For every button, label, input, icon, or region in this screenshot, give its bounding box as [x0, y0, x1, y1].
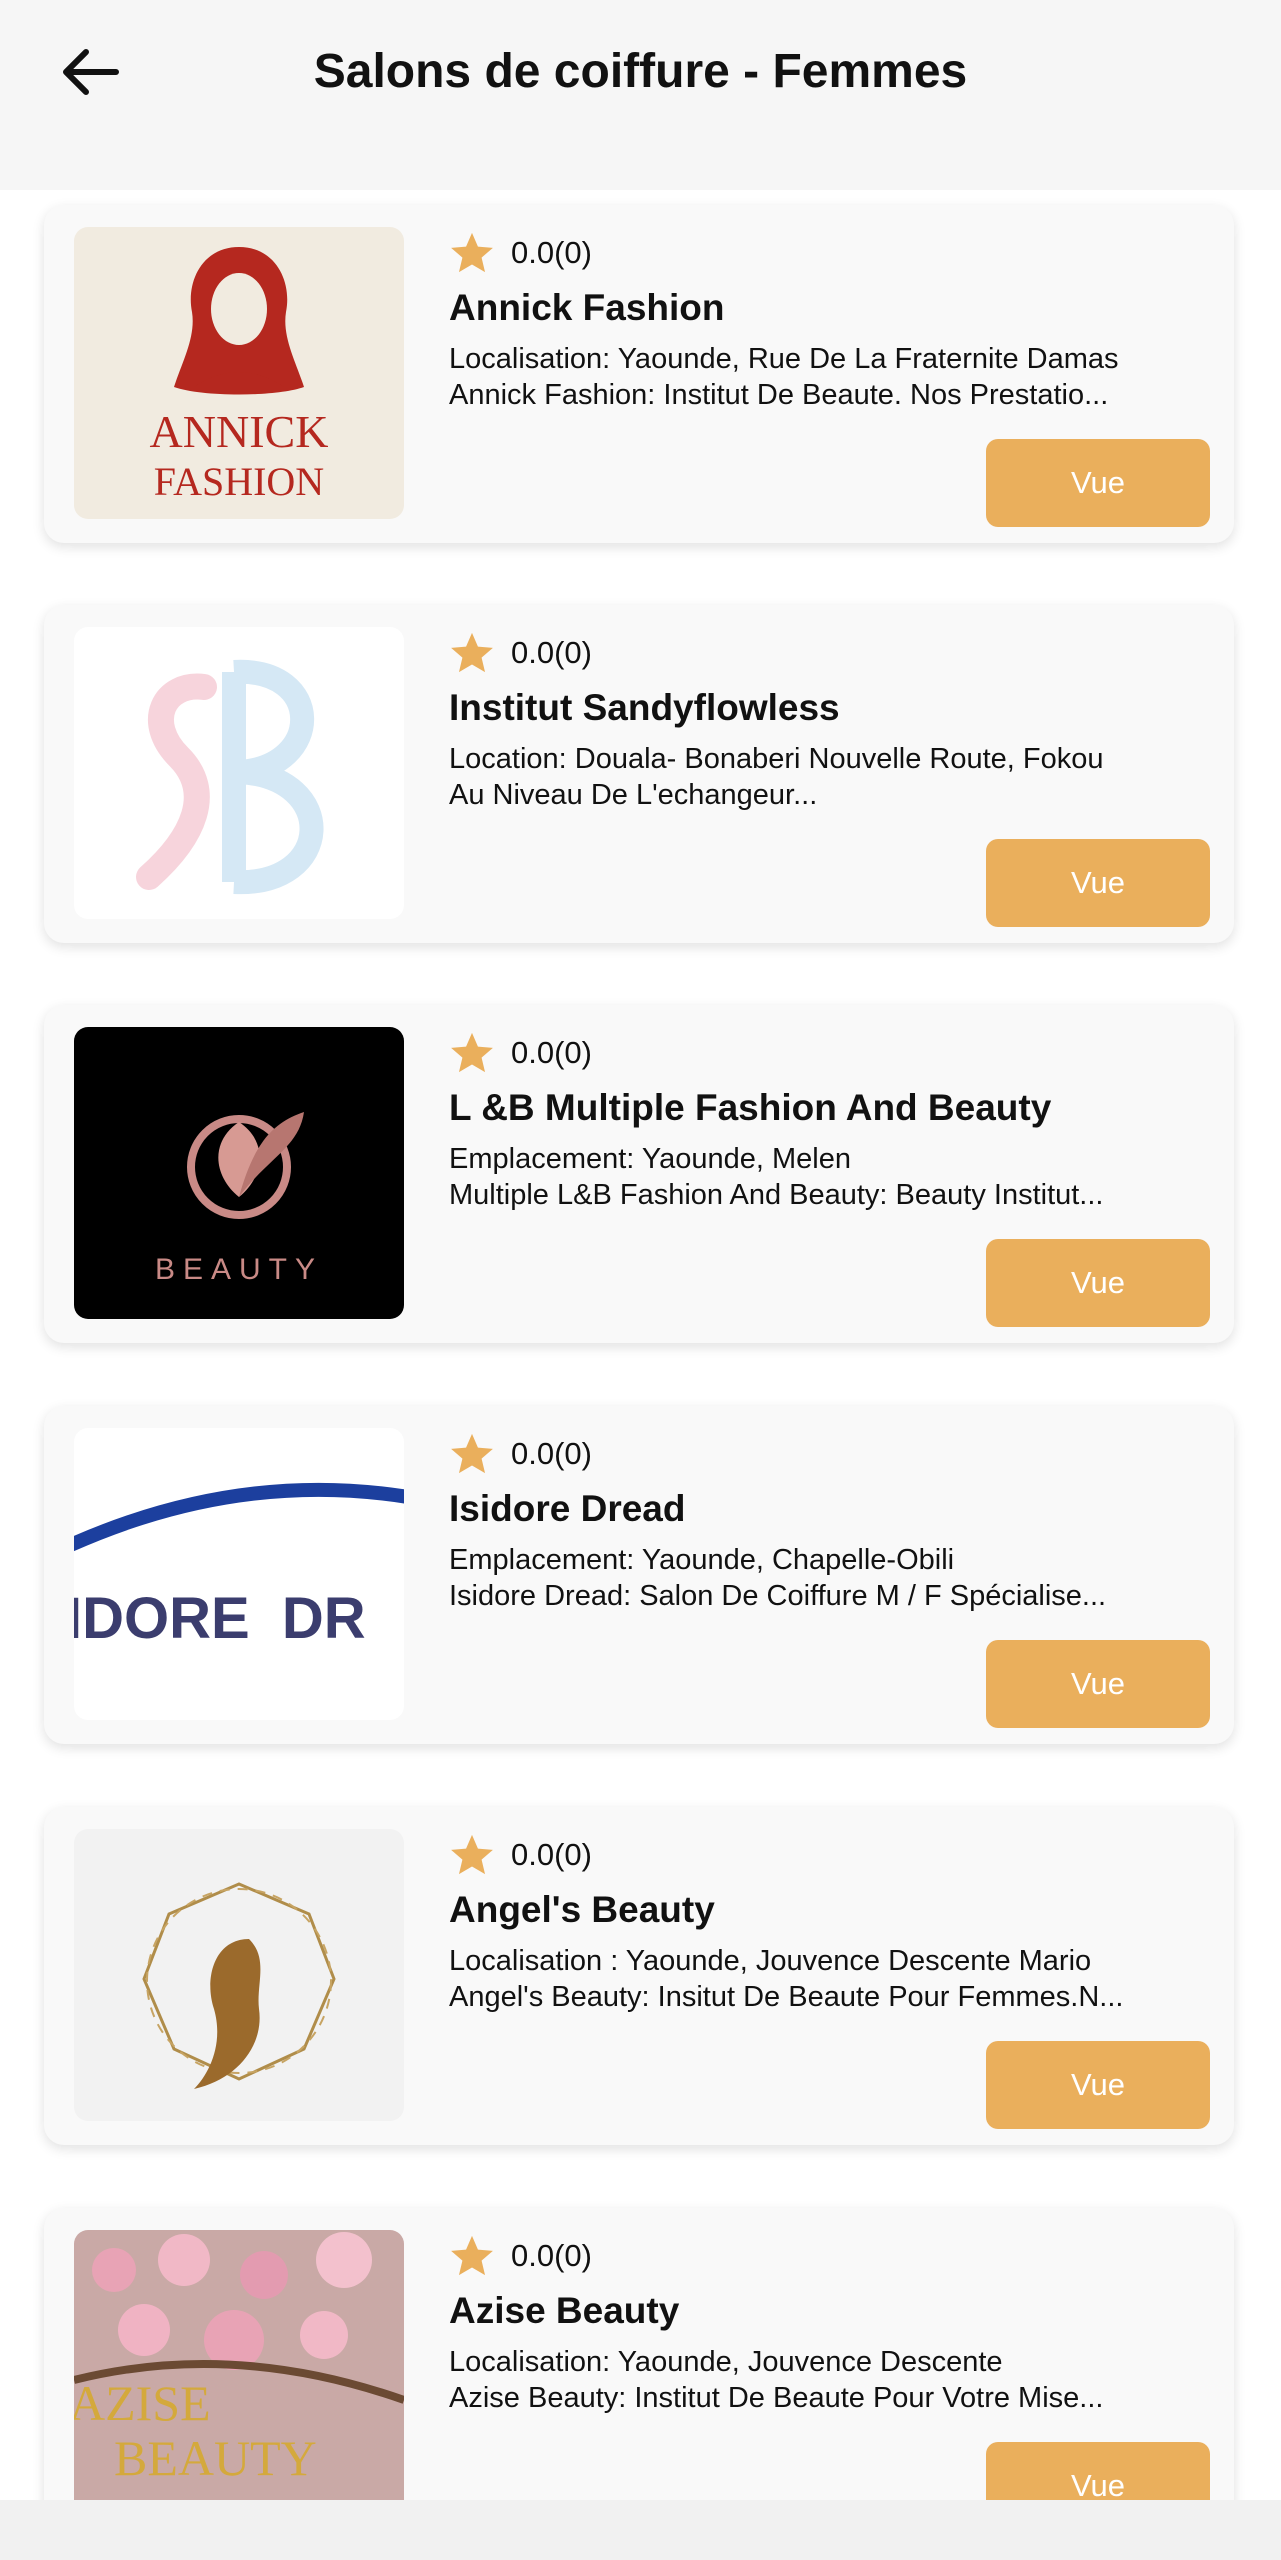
- salon-location: Emplacement: Yaounde, Chapelle-Obili: [449, 1544, 955, 1576]
- star-icon: [451, 2235, 493, 2276]
- rating: 0.0(0): [449, 1025, 1209, 1081]
- salon-logo: [74, 627, 404, 919]
- salon-card[interactable]: AZISE BEAUTY 0.0(0) Azise Beauty Localis…: [44, 2208, 1234, 2500]
- view-button[interactable]: Vue: [986, 1239, 1210, 1327]
- salon-name: Institut Sandyflowless: [449, 687, 840, 728]
- logo-text: BEAUTY: [155, 1253, 323, 1286]
- view-button[interactable]: Vue: [986, 2041, 1210, 2129]
- rating: 0.0(0): [449, 2228, 1209, 2284]
- rating: 0.0(0): [449, 1827, 1209, 1883]
- rating: 0.0(0): [449, 225, 1209, 281]
- salon-location: Emplacement: Yaounde, Melen: [449, 1143, 851, 1175]
- salon-location: Localisation: Yaounde, Rue De La Fratern…: [449, 343, 1119, 375]
- rating-value: 0.0(0): [511, 2238, 592, 2273]
- salon-logo: BEAUTY: [74, 1027, 404, 1319]
- star-icon: [451, 1032, 493, 1073]
- rating-value: 0.0(0): [511, 1436, 592, 1471]
- bottom-bar: [0, 2500, 1281, 2560]
- rating: 0.0(0): [449, 1426, 1209, 1482]
- salon-logo: AZISE BEAUTY: [74, 2230, 404, 2500]
- salon-card[interactable]: 0.0(0) Institut Sandyflowless Location: …: [44, 605, 1234, 943]
- salon-location: Localisation: Yaounde, Jouvence Descente: [449, 2346, 1003, 2378]
- salon-name: Angel's Beauty: [449, 1889, 715, 1930]
- view-button[interactable]: Vue: [986, 1640, 1210, 1728]
- salon-logo: [74, 1829, 404, 2121]
- salon-description: Angel's Beauty: Insitut De Beaute Pour F…: [449, 1981, 1124, 2013]
- salon-card[interactable]: 0.0(0) Angel's Beauty Localisation : Yao…: [44, 1807, 1234, 2145]
- salon-description: Au Niveau De L'echangeur...: [449, 779, 818, 811]
- salon-list[interactable]: ANNICK FASHION 0.0(0) Annick Fashion Loc…: [0, 190, 1281, 2500]
- salon-card[interactable]: IDORE DR 0.0(0) Isidore Dread Emplacemen…: [44, 1406, 1234, 1744]
- salon-name: Annick Fashion: [449, 287, 725, 328]
- salon-card[interactable]: ANNICK FASHION 0.0(0) Annick Fashion Loc…: [44, 205, 1234, 543]
- salon-logo: IDORE DR: [74, 1428, 404, 1720]
- salon-logo: ANNICK FASHION: [74, 227, 404, 519]
- rating-value: 0.0(0): [511, 235, 592, 270]
- salon-description: Isidore Dread: Salon De Coiffure M / F S…: [449, 1580, 1107, 1612]
- salon-description: Multiple L&B Fashion And Beauty: Beauty …: [449, 1179, 1104, 1211]
- salon-description: Azise Beauty: Institut De Beaute Pour Vo…: [449, 2382, 1104, 2414]
- salon-name: Isidore Dread: [449, 1488, 686, 1529]
- star-icon: [451, 1834, 493, 1875]
- salon-name: Azise Beauty: [449, 2290, 680, 2331]
- page-title: Salons de coiffure - Femmes: [313, 45, 968, 98]
- app-header: Salons de coiffure - Femmes: [0, 0, 1281, 190]
- star-icon: [451, 1433, 493, 1474]
- rating-value: 0.0(0): [511, 1035, 592, 1070]
- salon-card[interactable]: BEAUTY 0.0(0) L &B Multiple Fashion And …: [44, 1005, 1234, 1343]
- logo-text: AZISE: [74, 2375, 211, 2431]
- logo-text: BEAUTY: [114, 2430, 317, 2486]
- view-button[interactable]: Vue: [986, 439, 1210, 527]
- salon-name: L &B Multiple Fashion And Beauty: [449, 1087, 1052, 1128]
- logo-text: IDORE DR: [74, 1586, 366, 1651]
- rating: 0.0(0): [449, 625, 1209, 681]
- salon-description: Annick Fashion: Institut De Beaute. Nos …: [449, 379, 1109, 411]
- view-button[interactable]: Vue: [986, 839, 1210, 927]
- logo-text: ANNICK: [150, 406, 329, 457]
- salon-location: Location: Douala- Bonaberi Nouvelle Rout…: [449, 743, 1104, 775]
- star-icon: [451, 632, 493, 673]
- star-icon: [451, 232, 493, 273]
- view-button[interactable]: Vue: [986, 2442, 1210, 2500]
- rating-value: 0.0(0): [511, 635, 592, 670]
- salon-location: Localisation : Yaounde, Jouvence Descent…: [449, 1945, 1092, 1977]
- rating-value: 0.0(0): [511, 1837, 592, 1872]
- logo-text: FASHION: [154, 459, 324, 504]
